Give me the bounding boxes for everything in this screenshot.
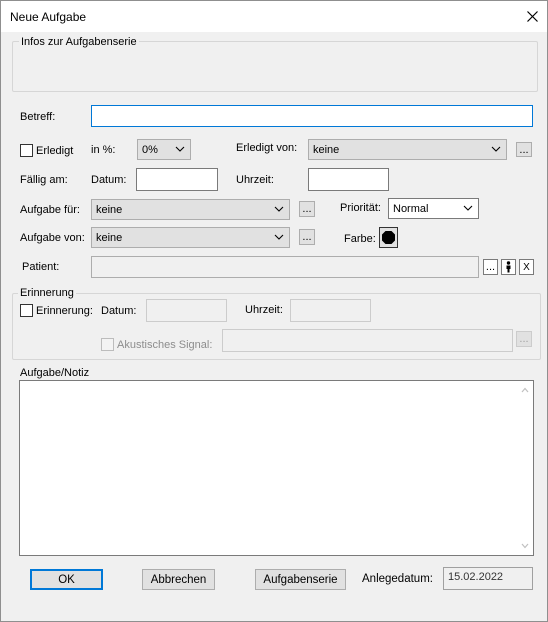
aufgabenserie-button[interactable]: Aufgabenserie xyxy=(255,569,346,590)
aufgabe-fuer-label: Aufgabe für: xyxy=(20,204,80,216)
faellig-uhrzeit-label: Uhrzeit: xyxy=(236,174,274,186)
betreff-label: Betreff: xyxy=(20,111,56,123)
patient-person-button[interactable] xyxy=(501,259,516,275)
dialog-window: Neue Aufgabe Infos zur Aufgabenserie Bet… xyxy=(0,0,548,622)
prioritaet-value: Normal xyxy=(393,203,429,215)
anlegedatum-label: Anlegedatum: xyxy=(362,573,433,585)
aufgabe-fuer-value: keine xyxy=(96,204,123,216)
percent-value: 0% xyxy=(142,144,158,156)
faellig-uhrzeit-input[interactable] xyxy=(308,168,389,191)
erinnerung-datum-label: Datum: xyxy=(101,305,137,317)
prioritaet-label: Priorität: xyxy=(340,202,381,214)
aufgabe-fuer-combo[interactable]: keine xyxy=(91,199,290,220)
faellig-datum-input[interactable] xyxy=(136,168,218,191)
erinnerung-datum-input xyxy=(146,299,227,322)
signal-input xyxy=(222,329,513,352)
ok-button[interactable]: OK xyxy=(30,569,103,590)
person-icon xyxy=(506,261,511,273)
serie-info-legend: Infos zur Aufgabenserie xyxy=(19,36,139,48)
chevron-down-icon xyxy=(175,146,185,152)
color-swatch-icon xyxy=(382,231,395,244)
percent-combo[interactable]: 0% xyxy=(137,139,191,160)
patient-browse-button[interactable]: ... xyxy=(483,259,498,275)
close-icon xyxy=(526,11,538,22)
patient-label: Patient: xyxy=(22,261,60,273)
erledigt-checkbox[interactable] xyxy=(20,144,33,157)
title-bar: Neue Aufgabe xyxy=(1,1,547,32)
prioritaet-combo[interactable]: Normal xyxy=(388,198,479,219)
chevron-down-icon xyxy=(274,234,284,240)
erledigt-von-value: keine xyxy=(313,144,340,156)
faellig-label: Fällig am: xyxy=(20,174,68,186)
percent-label: in %: xyxy=(91,144,116,156)
signal-label: Akustisches Signal: xyxy=(117,339,213,351)
erinnerung-uhrzeit-input xyxy=(290,299,371,322)
scroll-up-icon xyxy=(521,387,529,393)
patient-input xyxy=(91,256,479,278)
window-title: Neue Aufgabe xyxy=(10,10,87,24)
erledigt-von-label: Erledigt von: xyxy=(236,142,298,154)
signal-browse-button: ... xyxy=(516,331,532,347)
chevron-down-icon xyxy=(491,146,501,152)
chevron-down-icon xyxy=(274,206,284,212)
notiz-label: Aufgabe/Notiz xyxy=(20,367,90,379)
erinnerung-uhrzeit-label: Uhrzeit: xyxy=(245,304,283,316)
anlegedatum-value: 15.02.2022 xyxy=(443,567,533,590)
aufgabe-von-value: keine xyxy=(96,232,123,244)
erinnerung-checkbox[interactable] xyxy=(20,304,33,317)
close-button[interactable] xyxy=(517,1,547,32)
patient-clear-button[interactable]: X xyxy=(519,259,534,275)
serie-info-group xyxy=(12,41,538,92)
betreff-input[interactable] xyxy=(91,105,533,127)
erinnerung-legend: Erinnerung xyxy=(18,287,76,299)
erledigt-von-browse-button[interactable]: ... xyxy=(516,142,532,157)
farbe-label: Farbe: xyxy=(344,233,376,245)
erledigt-label: Erledigt xyxy=(36,145,74,157)
signal-checkbox xyxy=(101,338,114,351)
abbrechen-button[interactable]: Abbrechen xyxy=(142,569,215,590)
aufgabe-von-combo[interactable]: keine xyxy=(91,227,290,248)
faellig-datum-label: Datum: xyxy=(91,174,127,186)
erinnerung-checkbox-label: Erinnerung: xyxy=(36,305,93,317)
chevron-down-icon xyxy=(463,205,473,211)
aufgabe-von-label: Aufgabe von: xyxy=(20,232,85,244)
aufgabe-fuer-browse-button[interactable]: ... xyxy=(299,201,315,217)
aufgabe-von-browse-button[interactable]: ... xyxy=(299,229,315,245)
farbe-color-button[interactable] xyxy=(379,227,398,248)
notiz-textarea[interactable] xyxy=(19,380,534,556)
erledigt-von-combo[interactable]: keine xyxy=(308,139,507,160)
scroll-down-icon xyxy=(521,543,529,549)
notiz-scrollbar[interactable] xyxy=(517,381,533,555)
